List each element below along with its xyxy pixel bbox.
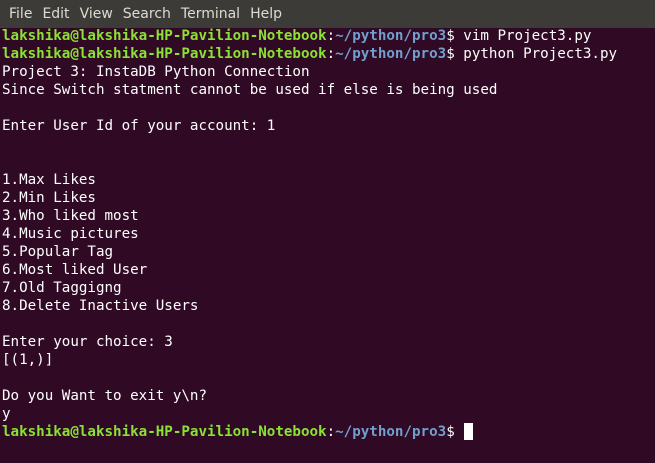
- prompt-path: ~/python/pro3: [335, 424, 447, 440]
- prompt-symbol: $: [446, 424, 455, 440]
- output-line: 8.Delete Inactive Users: [2, 298, 199, 314]
- prompt-user-host: lakshika@lakshika-HP-Pavilion-Notebook: [2, 28, 327, 44]
- menu-terminal[interactable]: Terminal: [176, 0, 245, 28]
- menu-edit[interactable]: Edit: [37, 0, 74, 28]
- output-line: Do you Want to exit y\n?: [2, 388, 207, 404]
- output-line: 4.Music pictures: [2, 226, 139, 242]
- output-line: Enter your choice: 3: [2, 334, 173, 350]
- output-line: 5.Popular Tag: [2, 244, 114, 260]
- prompt-line: lakshika@lakshika-HP-Pavilion-Notebook:~…: [2, 423, 653, 441]
- prompt-path: ~/python/pro3: [335, 28, 447, 44]
- prompt-path: ~/python/pro3: [335, 46, 447, 62]
- menu-help[interactable]: Help: [245, 0, 287, 28]
- prompt-command: python Project3.py: [454, 46, 618, 62]
- text-cursor: [464, 423, 474, 440]
- output-line: 7.Old Taggigng: [2, 280, 122, 296]
- output-line: 3.Who liked most: [2, 208, 139, 224]
- prompt-line: lakshika@lakshika-HP-Pavilion-Notebook:~…: [2, 27, 653, 45]
- output-line: 1.Max Likes: [2, 172, 96, 188]
- prompt-line: lakshika@lakshika-HP-Pavilion-Notebook:~…: [2, 45, 653, 63]
- prompt-command: vim Project3.py: [454, 28, 592, 44]
- prompt-user-host: lakshika@lakshika-HP-Pavilion-Notebook: [2, 46, 327, 62]
- prompt-user-host: lakshika@lakshika-HP-Pavilion-Notebook: [2, 424, 327, 440]
- prompt-separator: :: [326, 46, 336, 62]
- prompt-symbol: $: [446, 28, 455, 44]
- terminal-window: File Edit View Search Terminal Help laks…: [0, 0, 655, 463]
- output-line: 6.Most liked User: [2, 262, 148, 278]
- output-line: y: [2, 406, 11, 422]
- prompt-separator: :: [326, 424, 336, 440]
- prompt-command: [455, 424, 464, 440]
- prompt-symbol: $: [446, 46, 455, 62]
- menu-search[interactable]: Search: [118, 0, 176, 28]
- terminal-output[interactable]: lakshika@lakshika-HP-Pavilion-Notebook:~…: [2, 27, 653, 441]
- menu-file[interactable]: File: [4, 0, 37, 28]
- output-line: 2.Min Likes: [2, 190, 96, 206]
- menu-bar: File Edit View Search Terminal Help: [0, 0, 655, 28]
- output-line: Project 3: InstaDB Python Connection: [2, 64, 310, 80]
- menu-view[interactable]: View: [75, 0, 118, 28]
- prompt-separator: :: [326, 28, 336, 44]
- output-line: Enter User Id of your account: 1: [2, 118, 276, 134]
- output-line: Since Switch statment cannot be used if …: [2, 82, 498, 98]
- output-line: [(1,)]: [2, 352, 54, 368]
